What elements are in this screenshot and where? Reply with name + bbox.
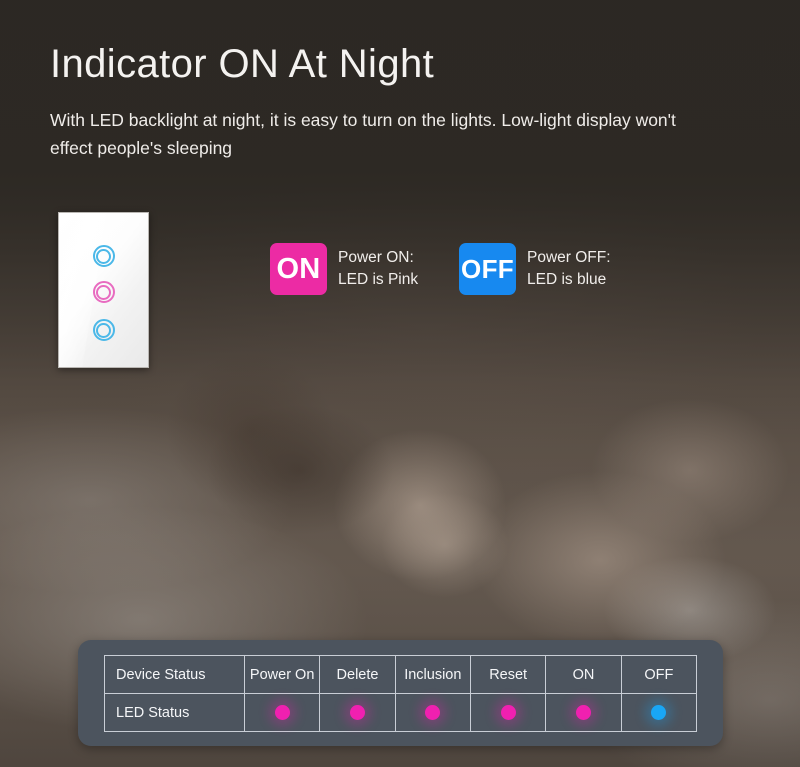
led-ring-middle-icon[interactable] <box>92 281 115 303</box>
table-header-cell: Power On <box>243 655 321 694</box>
led-dot-pink-icon <box>274 705 290 721</box>
led-ring-top-icon[interactable] <box>92 245 115 267</box>
table-header-cell: Inclusion <box>394 655 471 694</box>
led-status-cell <box>620 693 698 732</box>
legend-power-off: OFF Power OFF: LED is blue <box>459 243 611 295</box>
off-legend-line1: Power OFF: <box>527 248 611 266</box>
on-legend-line2: LED is Pink <box>338 271 419 288</box>
led-status-cell <box>319 693 396 732</box>
table-header-cell: Reset <box>469 655 547 694</box>
status-table-panel: Device Status Power On Delete Inclusion Rese… <box>78 640 723 746</box>
led-dot-pink-icon <box>575 705 591 721</box>
led-dot-blue-icon <box>651 705 667 721</box>
off-badge: OFF <box>459 243 516 295</box>
on-badge: ON <box>270 243 327 295</box>
off-legend-line2: LED is blue <box>527 271 607 288</box>
table-header-row: Device Status Power On Delete Inclusion Rese… <box>104 655 698 694</box>
led-status-table: Device Status Power On Delete Inclusion Rese… <box>104 655 698 732</box>
led-status-cell <box>394 693 471 732</box>
led-dot-pink-icon <box>425 705 441 721</box>
table-header-cell: Device Status <box>104 655 245 694</box>
table-header-cell: ON <box>545 655 622 694</box>
wall-switch-panel[interactable] <box>58 212 149 368</box>
led-dot-pink-icon <box>349 705 365 721</box>
page-title: Indicator ON At Night <box>50 42 435 86</box>
legend-power-on: ON Power ON: LED is Pink <box>270 243 418 295</box>
row-label-led-status: LED Status <box>104 693 245 732</box>
led-dot-pink-icon <box>500 705 516 721</box>
led-status-cell <box>469 693 547 732</box>
table-header-cell: Delete <box>319 655 396 694</box>
table-header-cell: OFF <box>620 655 698 694</box>
led-status-cell <box>243 693 321 732</box>
led-ring-bottom-icon[interactable] <box>92 319 115 341</box>
on-legend-line1: Power ON: <box>338 248 414 266</box>
page-subtitle: With LED backlight at night, it is easy … <box>50 110 676 159</box>
on-legend-text: Power ON: LED is Pink <box>338 247 418 292</box>
table-row: LED Status <box>104 693 698 732</box>
heading-block: Indicator ON At Night With LED backlight… <box>50 42 750 163</box>
led-status-cell <box>545 693 622 732</box>
off-legend-text: Power OFF: LED is blue <box>527 247 611 292</box>
